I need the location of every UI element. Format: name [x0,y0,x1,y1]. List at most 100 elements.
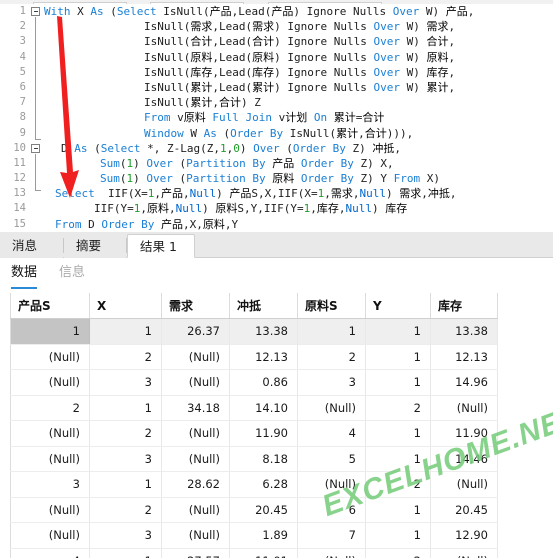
collapse-fold-icon[interactable] [31,7,40,16]
table-cell[interactable]: (Null) [161,497,230,523]
table-cell[interactable]: (Null) [430,471,498,498]
table-cell[interactable]: 5 [297,446,366,472]
column-header-1[interactable]: 产品S [10,293,90,319]
table-cell[interactable]: 1 [89,471,162,498]
table-row[interactable]: (Null) 2 (Null) 11.90 4 1 11.90 [10,420,498,447]
table-cell[interactable]: 14.46 [430,446,498,472]
sql-code-editor[interactable]: 1 With X As (Select IsNull(产品,Lead(产品) Ig… [0,4,553,232]
column-header-7[interactable]: 库存 [430,293,498,319]
column-header-5[interactable]: 原料S [297,293,366,319]
table-cell[interactable]: 3 [89,522,162,549]
table-cell[interactable]: (Null) [10,497,90,523]
table-cell[interactable]: 1 [297,318,366,345]
table-cell[interactable]: 12.90 [430,522,498,549]
table-cell[interactable]: 1 [365,318,431,345]
table-cell[interactable]: 1 [365,446,431,472]
code-line[interactable]: 11 Sum(1) Over (Partition By 产品 Order By … [0,156,553,171]
table-row[interactable]: (Null) 3 (Null) 0.86 3 1 14.96 [10,369,498,396]
table-cell[interactable]: 20.45 [229,497,298,523]
table-cell[interactable]: (Null) [10,369,90,396]
code-line[interactable]: 7 IsNull(累计,合计) Z [0,95,553,110]
table-cell[interactable]: 1 [365,522,431,549]
table-cell[interactable]: 7 [297,522,366,549]
table-cell[interactable]: 2 [365,471,431,498]
table-row[interactable]: (Null) 3 (Null) 1.89 7 1 12.90 [10,522,498,549]
table-cell[interactable]: 8.18 [229,446,298,472]
table-cell[interactable]: 14.96 [430,369,498,396]
results-grid[interactable]: 产品S X 需求 冲抵 原料S Y 库存 1 1 26.37 13.38 1 1 13.38 (Null)… [0,290,553,558]
table-cell[interactable]: 26.37 [161,318,230,345]
table-cell[interactable]: (Null) [161,420,230,447]
table-cell[interactable]: 27.57 [161,548,230,558]
table-cell[interactable]: 13.38 [430,318,498,345]
table-cell[interactable]: 1 [365,344,431,370]
table-cell[interactable]: 2 [89,497,162,523]
table-cell[interactable]: 3 [89,446,162,472]
table-cell[interactable]: (Null) [297,548,366,558]
table-row[interactable]: (Null) 2 (Null) 12.13 2 1 12.13 [10,344,498,370]
column-header-3[interactable]: 需求 [161,293,230,319]
table-cell[interactable]: 1 [10,318,90,345]
table-cell[interactable]: 14.10 [229,395,298,421]
code-line[interactable]: 6 IsNull(累计,Lead(累计) Ignore Nulls Over W)… [0,80,553,95]
table-cell[interactable]: (Null) [10,522,90,549]
table-row[interactable]: 3 1 28.62 6.28 (Null) 2 (Null) [10,471,498,498]
table-cell[interactable]: (Null) [161,522,230,549]
code-line[interactable]: 15 From D Order By 产品,X,原料,Y [0,217,553,232]
table-cell[interactable]: (Null) [297,395,366,421]
table-cell[interactable]: 2 [89,420,162,447]
table-cell[interactable]: (Null) [161,446,230,472]
code-line[interactable]: 9 Window W As (Order By IsNull(累计,合计))), [0,126,553,141]
table-cell[interactable]: 34.18 [161,395,230,421]
code-line[interactable]: 2 IsNull(需求,Lead(需求) Ignore Nulls Over W)… [0,19,553,34]
table-cell[interactable]: 28.62 [161,471,230,498]
table-cell[interactable]: 2 [365,548,431,558]
table-cell[interactable]: 2 [89,344,162,370]
tab-result-1[interactable]: 结果 1 [127,234,195,258]
table-cell[interactable]: (Null) [10,446,90,472]
table-cell[interactable]: (Null) [430,395,498,421]
table-cell[interactable]: 20.45 [430,497,498,523]
table-row[interactable]: (Null) 3 (Null) 8.18 5 1 14.46 [10,446,498,472]
code-line[interactable]: 1 With X As (Select IsNull(产品,Lead(产品) Ig… [0,4,553,19]
table-cell[interactable]: 11.01 [229,548,298,558]
table-cell[interactable]: 6 [297,497,366,523]
table-cell[interactable]: 1 [89,548,162,558]
table-cell[interactable]: 3 [10,471,90,498]
table-cell[interactable]: (Null) [297,471,366,498]
table-cell[interactable]: (Null) [161,369,230,396]
table-cell[interactable]: 12.13 [430,344,498,370]
table-cell[interactable]: 2 [10,395,90,421]
column-header-4[interactable]: 冲抵 [229,293,298,319]
code-line[interactable]: 4 IsNull(原料,Lead(原料) Ignore Nulls Over W)… [0,50,553,65]
table-cell[interactable]: 4 [297,420,366,447]
table-row[interactable]: (Null) 2 (Null) 20.45 6 1 20.45 [10,497,498,523]
table-cell[interactable]: 1.89 [229,522,298,549]
table-cell[interactable]: 11.90 [430,420,498,447]
collapse-fold-icon[interactable] [31,143,40,153]
tab-summary[interactable]: 摘要 [64,234,126,258]
column-header-6[interactable]: Y [365,293,431,319]
table-cell[interactable]: 3 [89,369,162,396]
table-cell[interactable]: 2 [297,344,366,370]
table-cell[interactable]: 0.86 [229,369,298,396]
table-cell[interactable]: 13.38 [229,318,298,345]
table-cell[interactable]: 2 [365,395,431,421]
code-line[interactable]: 10 D As (Select *, Z-Lag(Z,1,0) Over (Ord… [0,141,553,156]
code-line[interactable]: 13 Select IIF(X=1,产品,Null) 产品S,X,IIF(X=1,… [0,186,553,201]
subtab-info[interactable]: 信息 [59,262,85,286]
code-line[interactable]: 14 IIF(Y=1,原料,Null) 原料S,Y,IIF(Y=1,库存,Null… [0,201,553,216]
table-cell[interactable]: 3 [297,369,366,396]
table-cell[interactable]: 11.90 [229,420,298,447]
table-cell[interactable]: 4 [10,548,90,558]
table-cell[interactable]: 12.13 [229,344,298,370]
table-cell[interactable]: 1 [89,395,162,421]
code-line[interactable]: 5 IsNull(库存,Lead(库存) Ignore Nulls Over W)… [0,65,553,80]
table-row[interactable]: 2 1 34.18 14.10 (Null) 2 (Null) [10,395,498,421]
code-line[interactable]: 8 From v原料 Full Join v计划 On 累计=合计 [0,110,553,125]
table-cell[interactable]: 1 [365,369,431,396]
subtab-data[interactable]: 数据 [11,262,38,289]
table-cell[interactable]: 1 [89,318,162,345]
table-cell[interactable]: (Null) [430,548,498,558]
table-cell[interactable]: (Null) [10,420,90,447]
